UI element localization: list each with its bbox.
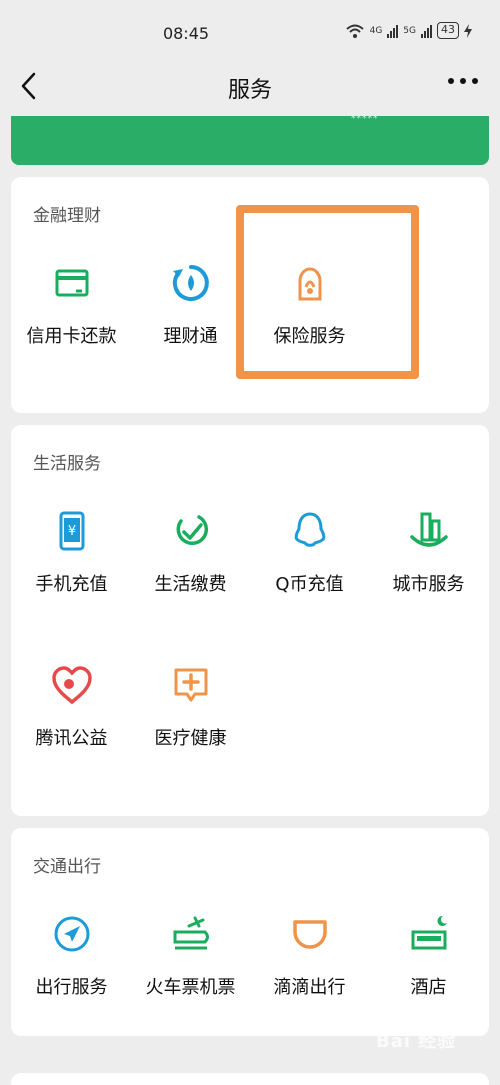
city-service-item[interactable]: 城市服务 (369, 509, 488, 596)
credit-card-repayment-item[interactable]: 信用卡还款 (12, 261, 131, 348)
travel-section: 交通出行 出行服务 火车票机票 滴滴出行 酒店 (11, 828, 489, 1036)
item-label: 滴滴出行 (273, 977, 346, 998)
phone-recharge-item[interactable]: ¥ 手机充值 (12, 509, 131, 596)
item-label: 医疗健康 (154, 728, 227, 749)
charity-heart-icon (51, 666, 92, 705)
wealth-icon (172, 265, 209, 301)
item-label: 出行服务 (35, 977, 108, 998)
wifi-icon (345, 24, 364, 38)
charging-icon (464, 23, 472, 38)
signal-icon-2 (421, 24, 432, 38)
item-label: 信用卡还款 (26, 326, 117, 347)
item-label: Q币充值 (275, 574, 344, 595)
battery-level: 43 (437, 22, 459, 39)
section-title-life: 生活服务 (33, 454, 101, 474)
item-label: 理财通 (163, 326, 218, 347)
wealth-management-item[interactable]: 理财通 (131, 261, 250, 348)
more-dot-icon (460, 78, 466, 84)
bill-payment-icon (176, 515, 208, 546)
item-label: 酒店 (410, 977, 447, 998)
finance-section: 金融理财 信用卡还款 理财通 保险服务 (11, 177, 489, 413)
section-title-finance: 金融理财 (33, 206, 101, 226)
item-label: 火车票机票 (145, 977, 236, 998)
medical-icon (174, 668, 207, 702)
qq-coin-recharge-item[interactable]: Q币充值 (250, 509, 369, 596)
insurance-icon (298, 267, 321, 301)
more-options-button[interactable] (448, 78, 478, 84)
item-label: 生活缴费 (154, 574, 227, 595)
item-label: 城市服务 (392, 574, 465, 595)
banner-stars: ***** (351, 114, 379, 124)
status-bar: 08:45 4G 5G 43 (0, 0, 500, 64)
section-title-travel: 交通出行 (33, 857, 101, 877)
signal-icon-1 (387, 24, 399, 38)
more-dot-icon (448, 78, 454, 84)
watermark: Bai 经验 (376, 1031, 457, 1052)
train-plane-icon (173, 916, 209, 950)
status-icons: 4G 5G 43 (345, 22, 472, 39)
bill-payment-item[interactable]: 生活缴费 (131, 509, 250, 596)
qq-coin-icon (294, 512, 325, 547)
travel-service-item[interactable]: 出行服务 (12, 912, 131, 999)
item-label: 手机充值 (35, 574, 108, 595)
didi-ride-item[interactable]: 滴滴出行 (250, 912, 369, 999)
network-type-1: 4G (369, 25, 383, 36)
credit-card-icon (55, 269, 88, 297)
nav-bar: 服务 (0, 64, 500, 110)
didi-icon (292, 920, 327, 949)
hotel-item[interactable]: 酒店 (369, 912, 488, 999)
life-services-section: 生活服务 ¥ 手机充值 生活缴费 Q币充值 城市服务 腾讯公益 医疗健康 (11, 425, 489, 816)
insurance-service-item[interactable]: 保险服务 (250, 261, 369, 348)
navigation-icon (54, 916, 89, 952)
page-title: 服务 (227, 78, 272, 103)
tencent-charity-item[interactable]: 腾讯公益 (12, 663, 131, 750)
item-label: 腾讯公益 (35, 728, 108, 749)
next-section-partial (11, 1073, 489, 1085)
city-service-icon (409, 512, 448, 547)
train-flight-tickets-item[interactable]: 火车票机票 (131, 912, 250, 999)
more-dot-icon (472, 78, 478, 84)
status-time: 08:45 (162, 24, 210, 43)
hotel-bed-icon (411, 915, 447, 950)
network-type-2: 5G (403, 25, 416, 36)
item-label: 保险服务 (273, 326, 346, 347)
wallet-banner[interactable]: ***** (11, 114, 489, 165)
phone-recharge-icon: ¥ (59, 511, 84, 551)
medical-health-item[interactable]: 医疗健康 (131, 663, 250, 750)
svg-text:¥: ¥ (67, 524, 75, 539)
